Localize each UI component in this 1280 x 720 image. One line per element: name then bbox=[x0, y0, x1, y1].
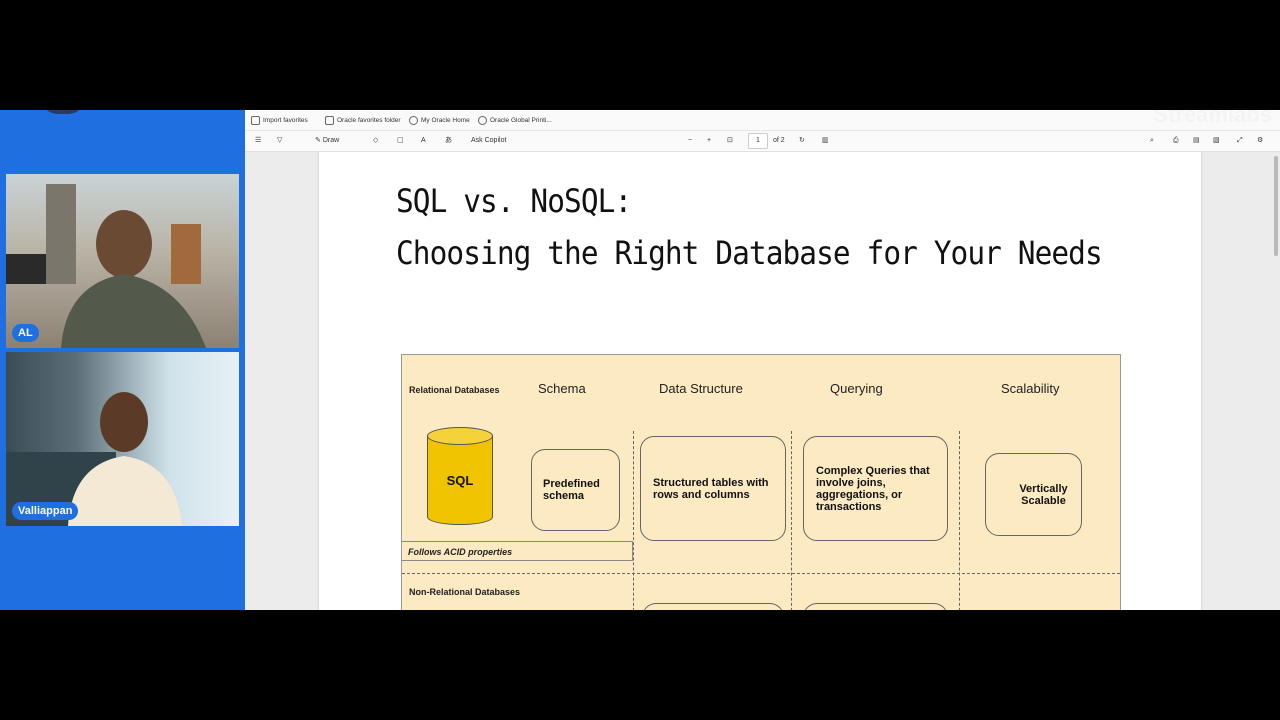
document-area: SQL vs. NoSQL: Choosing the Right Databa… bbox=[245, 152, 1280, 610]
querying-box: Complex Queries that involve joins, aggr… bbox=[803, 436, 948, 541]
row-divider bbox=[402, 573, 1120, 574]
pdf-viewer-window: Import favorites Oracle favorites folder… bbox=[245, 110, 1280, 610]
favorites-bar: Import favorites Oracle favorites folder… bbox=[245, 110, 1280, 131]
zoom-in-icon[interactable]: + bbox=[707, 137, 711, 145]
stream-stage: AL Valliappan Import favorites Oracle fa… bbox=[0, 110, 1280, 610]
pdf-page: SQL vs. NoSQL: Choosing the Right Databa… bbox=[319, 152, 1201, 610]
video-frame-2 bbox=[6, 392, 182, 526]
favorite-label: Import favorites bbox=[263, 117, 308, 124]
participant-video-1: AL bbox=[6, 174, 239, 348]
video-frame-1 bbox=[6, 184, 206, 348]
cylinder-top bbox=[427, 427, 493, 445]
globe-icon bbox=[478, 116, 487, 125]
querying-text: Complex Queries that involve joins, aggr… bbox=[816, 464, 930, 513]
querying-header: Querying bbox=[830, 381, 883, 396]
highlight-icon[interactable]: ▽ bbox=[277, 137, 282, 145]
save-as-icon[interactable]: ▧ bbox=[1213, 137, 1220, 145]
database-cylinder-icon: SQL bbox=[427, 427, 493, 531]
search-icon[interactable]: ⌕ bbox=[1150, 137, 1154, 145]
letterbox-bottom bbox=[0, 610, 1280, 720]
favorite-import[interactable]: Import favorites bbox=[251, 116, 308, 125]
logo-shape bbox=[40, 110, 86, 114]
scalability-text: Vertically Scalable bbox=[1019, 482, 1068, 507]
non-relational-row-label: Non-Relational Databases bbox=[409, 587, 521, 597]
column-divider bbox=[633, 431, 634, 610]
data-structure-text: Structured tables with rows and columns bbox=[653, 476, 769, 501]
comparison-diagram: Relational Databases Schema Data Structu… bbox=[401, 354, 1121, 610]
page-number-input[interactable]: 1 bbox=[748, 133, 768, 149]
ask-copilot-button[interactable]: Ask Copilot bbox=[471, 137, 506, 145]
contents-icon[interactable]: ☰ bbox=[255, 137, 261, 145]
text-icon[interactable]: ▢ bbox=[397, 137, 404, 145]
data-structure-header: Data Structure bbox=[659, 381, 743, 396]
cylinder-label: SQL bbox=[446, 473, 474, 488]
eraser-icon[interactable]: ◇ bbox=[373, 137, 378, 145]
querying-box-row2 bbox=[803, 603, 948, 610]
draw-label: Draw bbox=[322, 137, 340, 144]
rotate-icon[interactable]: ↻ bbox=[799, 137, 805, 145]
schema-box: Predefined schema bbox=[531, 449, 620, 531]
participants-panel: AL Valliappan bbox=[0, 110, 245, 610]
favorite-label: Oracle favorites folder bbox=[337, 117, 401, 124]
zoom-out-icon[interactable]: − bbox=[688, 137, 692, 145]
favorite-oracle-home[interactable]: My Oracle Home bbox=[409, 116, 470, 125]
read-aloud-icon[interactable]: A bbox=[421, 137, 426, 145]
schema-header: Schema bbox=[538, 381, 586, 396]
pdf-toolbar: ☰ ▽ ✎ Draw ◇ ▢ A あ Ask Copilot − + ⊡ 1 o… bbox=[245, 131, 1280, 152]
participant-video-2: Valliappan bbox=[6, 352, 239, 526]
scalability-header: Scalability bbox=[1001, 381, 1060, 396]
streamlabs-watermark: Streamlabs bbox=[1153, 110, 1272, 127]
import-icon bbox=[251, 116, 260, 125]
data-structure-box: Structured tables with rows and columns bbox=[640, 436, 786, 541]
globe-icon bbox=[409, 116, 418, 125]
document-title-line-1: SQL vs. NoSQL: bbox=[396, 182, 632, 220]
participant-name-tag: AL bbox=[12, 324, 39, 342]
page-view-icon[interactable]: ▥ bbox=[822, 137, 829, 145]
schema-text: Predefined schema bbox=[543, 478, 600, 502]
relational-row-label: Relational Databases bbox=[409, 385, 500, 395]
save-icon[interactable]: ▤ bbox=[1193, 137, 1200, 145]
data-structure-box-row2 bbox=[642, 603, 784, 610]
scalability-box: Vertically Scalable bbox=[985, 453, 1082, 536]
fit-page-icon[interactable]: ⊡ bbox=[727, 137, 733, 145]
column-divider bbox=[959, 431, 960, 610]
favorite-label: Oracle Global Printi... bbox=[490, 117, 552, 124]
favorite-oracle-printing[interactable]: Oracle Global Printi... bbox=[478, 116, 552, 125]
document-title-line-2: Choosing the Right Database for Your Nee… bbox=[396, 234, 1103, 272]
draw-button[interactable]: ✎ Draw bbox=[315, 137, 339, 145]
vertical-scrollbar[interactable] bbox=[1274, 156, 1278, 256]
page-count: of 2 bbox=[773, 137, 785, 144]
acid-note: Follows ACID properties bbox=[402, 541, 633, 561]
participant-name-tag: Valliappan bbox=[12, 502, 79, 520]
settings-icon[interactable]: ⚙ bbox=[1257, 137, 1263, 145]
favorite-label: My Oracle Home bbox=[421, 117, 470, 124]
folder-icon bbox=[325, 116, 334, 125]
fullscreen-icon[interactable]: ⤢ bbox=[1237, 137, 1243, 145]
translate-icon[interactable]: あ bbox=[445, 137, 452, 145]
favorite-oracle-folder[interactable]: Oracle favorites folder bbox=[325, 116, 401, 125]
print-icon[interactable]: ⎙ bbox=[1173, 137, 1179, 145]
column-divider bbox=[791, 431, 792, 610]
